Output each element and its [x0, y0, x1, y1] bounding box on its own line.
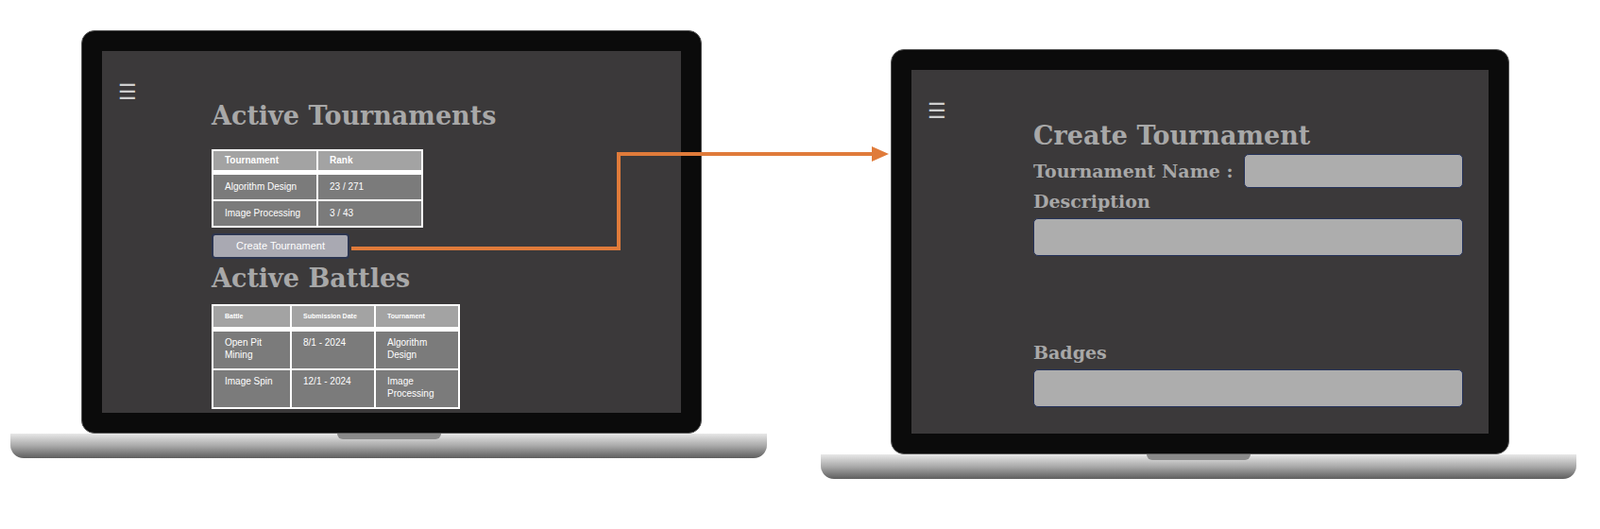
field-label: Badges [1033, 340, 1464, 364]
tournaments-content: Active TournamentsTournamentRankAlgorith… [211, 51, 496, 413]
table-header-row: TournamentRank [212, 150, 423, 173]
field-label: Tournament Name : [1033, 159, 1233, 183]
section-title: Active Battles [211, 262, 410, 295]
menu-column: ☰ [102, 51, 212, 413]
laptop-bezel: ☰Active TournamentsTournamentRankAlgorit… [81, 30, 702, 434]
table-cell: 8/1 - 2024 [290, 329, 375, 371]
laptop-base [10, 433, 767, 459]
table-cell: Open Pit Mining [212, 329, 291, 371]
laptop-bezel: ☰ Create Tournament Tournament Name : Descr… [890, 49, 1510, 455]
table-head: BattleSubmission DateTournament [212, 305, 460, 330]
table-head: TournamentRank [212, 150, 423, 173]
column-header: Tournament [374, 305, 460, 330]
table-cell: Algorithm Design [374, 329, 460, 371]
menu-icon[interactable]: ☰ [927, 100, 1022, 123]
text-field[interactable] [1033, 369, 1464, 408]
page-title: Active Tournaments [211, 100, 496, 133]
table-row[interactable]: Algorithm Design23 / 271 [212, 172, 423, 202]
screen: ☰Active TournamentsTournamentRankAlgorit… [102, 51, 681, 413]
menu-icon[interactable]: ☰ [118, 81, 212, 104]
table-row[interactable]: Image Processing3 / 43 [212, 200, 423, 227]
data-table: BattleSubmission DateTournamentOpen Pit … [211, 304, 460, 409]
table-body: Open Pit Mining8/1 - 2024Algorithm Desig… [212, 329, 460, 409]
column-header: Battle [212, 305, 291, 330]
create-tournament-button[interactable]: Create Tournament [211, 233, 350, 259]
text-field[interactable] [1243, 153, 1464, 188]
create-form: Create Tournament Tournament Name : Descri… [1033, 69, 1464, 434]
text-field[interactable] [1033, 218, 1464, 256]
table-cell: 3 / 43 [317, 200, 423, 227]
table-cell: 23 / 271 [317, 172, 423, 202]
data-table: TournamentRankAlgorithm Design23 / 271Im… [211, 149, 424, 228]
table-cell: Image Processing [212, 200, 318, 227]
laptop-notch [337, 433, 442, 440]
menu-column: ☰ [911, 69, 1022, 434]
table-cell: 12/1 - 2024 [290, 369, 375, 409]
form-row: Badges [1033, 340, 1464, 408]
table-row[interactable]: Image Spin12/1 - 2024Image Processing [212, 369, 460, 409]
table-header-row: BattleSubmission DateTournament [212, 305, 460, 330]
column-header: Tournament [212, 150, 318, 173]
table-row[interactable]: Open Pit Mining8/1 - 2024Algorithm Desig… [212, 329, 460, 371]
table-cell: Algorithm Design [212, 172, 318, 202]
laptop-notch [1146, 454, 1251, 460]
field-label: Description [1033, 189, 1464, 213]
column-header: Submission Date [290, 305, 375, 330]
form-row: Tournament Name : [1033, 153, 1464, 188]
screen: ☰ Create Tournament Tournament Name : Descr… [911, 69, 1489, 434]
column-header: Rank [317, 150, 423, 173]
flow-arrow-icon [0, 0, 1600, 529]
page-title: Create Tournament [1033, 119, 1464, 153]
table-cell: Image Processing [374, 369, 460, 409]
table-cell: Image Spin [212, 369, 291, 409]
table-body: Algorithm Design23 / 271Image Processing… [212, 172, 423, 228]
laptop-base [820, 454, 1577, 479]
form-row: Description [1033, 189, 1464, 256]
